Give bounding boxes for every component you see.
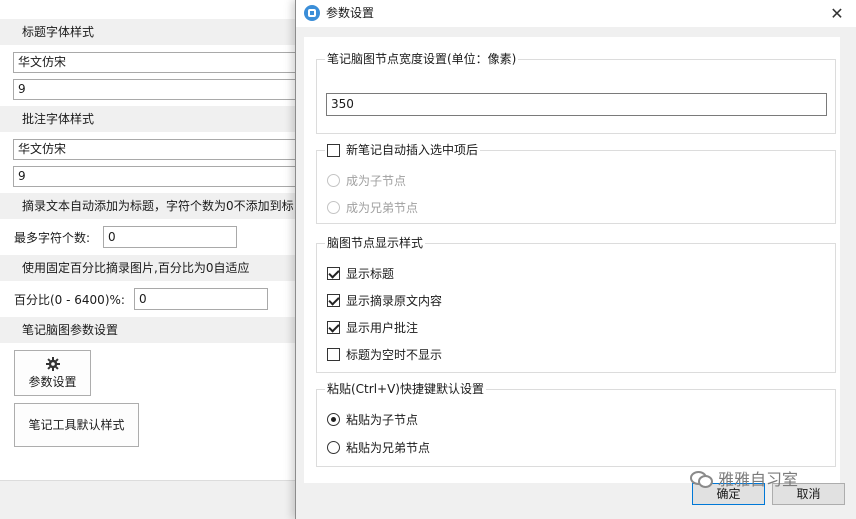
params-dialog: 参数设置 ✕ 笔记脑图节点宽度设置(单位：像素) 350 新笔记自动插入选中项后… (295, 0, 856, 519)
hide-empty-title-row[interactable]: 标题为空时不显示 (327, 345, 442, 363)
excerpt-header: 摘录文本自动添加为标题，字符个数为0不添加到标 (0, 193, 300, 219)
watermark-text: 雅雅自习室 (718, 470, 799, 489)
show-annotation-label: 显示用户批注 (346, 320, 419, 335)
image-percent-header: 使用固定百分比摘录图片,百分比为0自适应 (0, 255, 300, 281)
node-display-group-title: 脑图节点显示样式 (325, 235, 426, 251)
watermark: 雅雅自习室 (690, 466, 798, 490)
auto-insert-group: 新笔记自动插入选中项后 成为子节点 成为兄弟节点 (316, 142, 836, 224)
paste-as-sibling-radio[interactable] (327, 440, 340, 454)
node-display-group: 脑图节点显示样式 显示标题 显示摘录原文内容 显示用户批注 标题为空时不显示 (316, 235, 836, 373)
node-width-group-title: 笔记脑图节点宽度设置(单位：像素) (325, 51, 519, 67)
paste-default-group: 粘贴(Ctrl+V)快捷键默认设置 粘贴为子节点 粘贴为兄弟节点 (316, 381, 836, 467)
show-excerpt-label: 显示摘录原文内容 (346, 293, 443, 308)
paste-as-sibling-row[interactable]: 粘贴为兄弟节点 (327, 438, 430, 456)
params-settings-label: 参数设置 (28, 375, 77, 389)
wechat-icon (690, 469, 713, 488)
paste-as-sibling-label: 粘贴为兄弟节点 (346, 440, 431, 455)
annotation-font-size-field[interactable]: 9 (13, 166, 300, 187)
title-font-header: 标题字体样式 (0, 19, 300, 45)
paste-as-child-label: 粘贴为子节点 (346, 412, 419, 427)
dialog-content: 笔记脑图节点宽度设置(单位：像素) 350 新笔记自动插入选中项后 成为子节点 … (304, 37, 840, 483)
show-annotation-checkbox[interactable] (327, 320, 340, 334)
hide-empty-title-checkbox[interactable] (327, 347, 340, 361)
annotation-font-header: 批注字体样式 (0, 106, 300, 132)
show-title-label: 显示标题 (346, 266, 395, 281)
auto-insert-label: 新笔记自动插入选中项后 (346, 143, 479, 157)
title-font-name-field[interactable]: 华文仿宋 (13, 52, 300, 73)
percent-input[interactable]: 0 (134, 288, 268, 310)
paste-as-child-radio[interactable] (327, 412, 340, 426)
auto-insert-checkbox[interactable] (327, 143, 340, 157)
show-excerpt-checkbox[interactable] (327, 293, 340, 307)
auto-insert-option-sibling[interactable]: 成为兄弟节点 (327, 198, 418, 216)
background-bottom-bar (0, 480, 300, 519)
paste-default-group-title: 粘贴(Ctrl+V)快捷键默认设置 (325, 381, 486, 397)
node-width-input[interactable]: 350 (326, 93, 827, 116)
background-settings-panel: 标题字体样式 华文仿宋 9 批注字体样式 华文仿宋 9 摘录文本自动添加为标题，… (0, 0, 300, 519)
app-logo-icon (304, 5, 320, 21)
auto-insert-sibling-radio[interactable] (327, 200, 340, 214)
annotation-font-name-field[interactable]: 华文仿宋 (13, 139, 300, 160)
mindmap-params-header: 笔记脑图参数设置 (0, 317, 300, 343)
max-chars-input[interactable]: 0 (103, 226, 237, 248)
close-icon[interactable]: ✕ (822, 0, 852, 27)
auto-insert-child-radio[interactable] (327, 173, 340, 187)
percent-label: 百分比(0 - 6400)%: (14, 293, 125, 307)
show-excerpt-row[interactable]: 显示摘录原文内容 (327, 291, 442, 309)
title-font-size-field[interactable]: 9 (13, 79, 300, 100)
tool-default-style-button[interactable]: 笔记工具默认样式 (14, 403, 139, 447)
show-annotation-row[interactable]: 显示用户批注 (327, 318, 418, 336)
max-chars-label: 最多字符个数: (14, 231, 91, 245)
node-width-group: 笔记脑图节点宽度设置(单位：像素) 350 (316, 51, 836, 134)
auto-insert-sibling-label: 成为兄弟节点 (346, 200, 419, 215)
dialog-client-area: 笔记脑图节点宽度设置(单位：像素) 350 新笔记自动插入选中项后 成为子节点 … (296, 27, 856, 519)
hide-empty-title-label: 标题为空时不显示 (346, 347, 443, 362)
paste-as-child-row[interactable]: 粘贴为子节点 (327, 410, 418, 428)
auto-insert-child-label: 成为子节点 (346, 173, 407, 188)
auto-insert-option-child[interactable]: 成为子节点 (327, 171, 406, 189)
show-title-checkbox[interactable] (327, 266, 340, 280)
dialog-title: 参数设置 (326, 6, 375, 20)
gear-icon (45, 357, 60, 371)
show-title-row[interactable]: 显示标题 (327, 264, 394, 282)
dialog-titlebar: 参数设置 ✕ (296, 0, 856, 27)
params-settings-button[interactable]: 参数设置 (14, 350, 91, 396)
auto-insert-checkbox-row[interactable]: 新笔记自动插入选中项后 (325, 142, 481, 158)
